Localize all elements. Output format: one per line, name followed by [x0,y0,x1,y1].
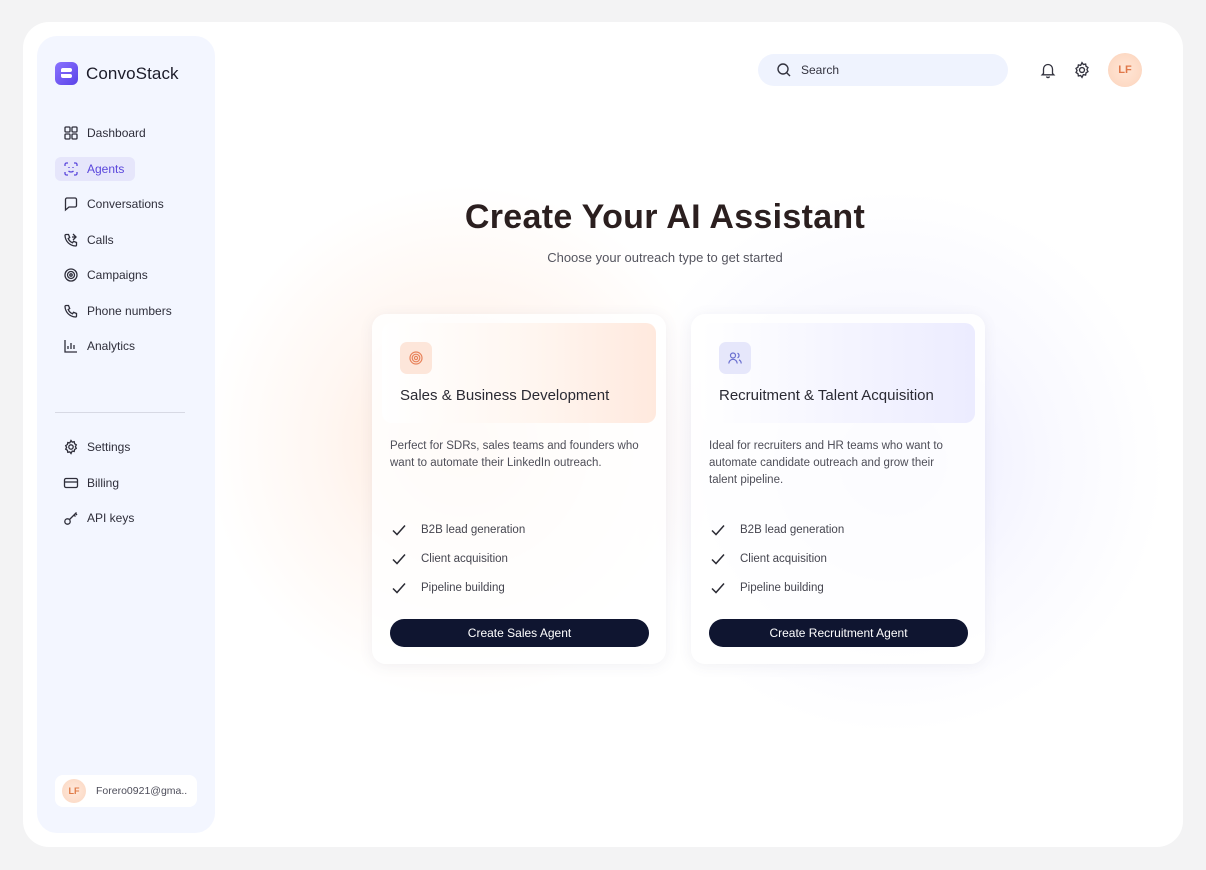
page-title: Create Your AI Assistant [464,198,866,236]
card-title: Recruitment & Talent Acquisition [719,387,934,404]
card-icon-badge [719,342,751,374]
sidebar-item-label: API keys [87,511,135,525]
search-placeholder: Search [801,63,840,77]
sidebar-item-conversations[interactable]: Conversations [55,192,205,216]
create-recruitment-agent-button[interactable]: Create Recruitment Agent [709,619,968,647]
feature-label: Pipeline building [421,581,505,594]
feature-label: Client acquisition [740,552,827,565]
sidebar-item-analytics[interactable]: Analytics [55,334,205,358]
user-email: Forero0921@gma... [96,785,188,797]
avatar[interactable]: LF [1108,53,1142,87]
user-account-pill[interactable]: LF Forero0921@gma... [55,775,197,807]
search-input[interactable]: Search [758,54,1008,86]
feature-label: B2B lead generation [740,523,845,536]
search-icon [777,63,791,77]
card-header: Sales & Business Development [382,323,656,423]
list-item: Client acquisition [709,544,844,573]
sidebar-item-agents[interactable]: Agents [55,156,135,181]
brand[interactable]: ConvoStack [55,62,179,85]
sidebar-item-label: Conversations [87,197,164,211]
list-item: Client acquisition [390,544,525,573]
sidebar-item-label: Calls [87,232,114,247]
feature-list: B2B lead generation Client acquisition P… [709,515,844,602]
sidebar-item-label: Campaigns [87,268,148,282]
check-icon [392,524,406,536]
sidebar-item-label: Billing [87,475,120,490]
sidebar-item-label: Dashboard [87,126,146,140]
users-icon [728,352,742,364]
sidebar-divider [55,412,185,413]
card-icon-badge [400,342,432,374]
check-icon [711,553,725,565]
feature-label: Pipeline building [740,581,824,594]
scan-face-icon [64,161,78,176]
sidebar-item-phone-numbers[interactable]: Phone numbers [55,299,205,323]
list-item: Pipeline building [390,573,525,602]
check-icon [392,553,406,565]
sidebar-item-campaigns[interactable]: Campaigns [55,263,205,287]
brand-logo-icon [55,62,78,85]
sidebar: ConvoStack Dashboard Agents Conversation… [37,36,215,833]
sidebar-nav: Dashboard Agents Conversations Calls Cam… [55,121,205,370]
gear-icon[interactable] [1073,61,1091,79]
phone-icon [64,304,78,318]
target-icon [409,351,423,365]
list-item: Pipeline building [709,573,844,602]
target-icon [64,268,78,282]
create-sales-agent-button[interactable]: Create Sales Agent [390,619,649,647]
phone-forward-icon [64,233,78,247]
sales-agent-card: Sales & Business Development Perfect for… [372,314,666,664]
recruitment-agent-card: Recruitment & Talent Acquisition Ideal f… [691,314,985,664]
sidebar-item-label: Phone numbers [87,303,172,318]
sidebar-item-calls[interactable]: Calls [55,228,205,252]
brand-name: ConvoStack [86,63,179,83]
sidebar-item-api-keys[interactable]: API keys [55,506,205,530]
feature-list: B2B lead generation Client acquisition P… [390,515,525,602]
sidebar-item-billing[interactable]: Billing [55,471,205,495]
list-item: B2B lead generation [709,515,844,544]
bar-chart-icon [64,340,77,353]
sidebar-secondary-nav: Settings Billing API keys [55,435,205,542]
sidebar-item-label: Analytics [87,339,136,353]
sidebar-item-label: Settings [87,440,131,454]
grid-icon [64,126,78,140]
check-icon [392,582,406,594]
sidebar-item-settings[interactable]: Settings [55,435,205,459]
feature-label: B2B lead generation [421,523,526,536]
bell-icon[interactable] [1039,61,1057,79]
gear-icon [64,439,78,455]
card-description: Ideal for recruiters and HR teams who wa… [709,440,943,486]
card-title: Sales & Business Development [400,387,610,404]
list-item: B2B lead generation [390,515,525,544]
credit-card-icon [63,477,79,488]
app-window: ConvoStack Dashboard Agents Conversation… [23,22,1183,847]
page-subtitle: Choose your outreach type to get started [547,250,783,265]
sidebar-item-dashboard[interactable]: Dashboard [55,121,205,145]
message-icon [64,197,78,212]
card-header: Recruitment & Talent Acquisition [701,323,975,423]
check-icon [711,582,725,594]
card-description: Perfect for SDRs, sales teams and founde… [390,440,639,469]
feature-label: Client acquisition [421,552,508,565]
key-icon [64,512,78,525]
check-icon [711,524,725,536]
avatar: LF [62,779,86,803]
sidebar-item-label: Agents [87,161,125,176]
